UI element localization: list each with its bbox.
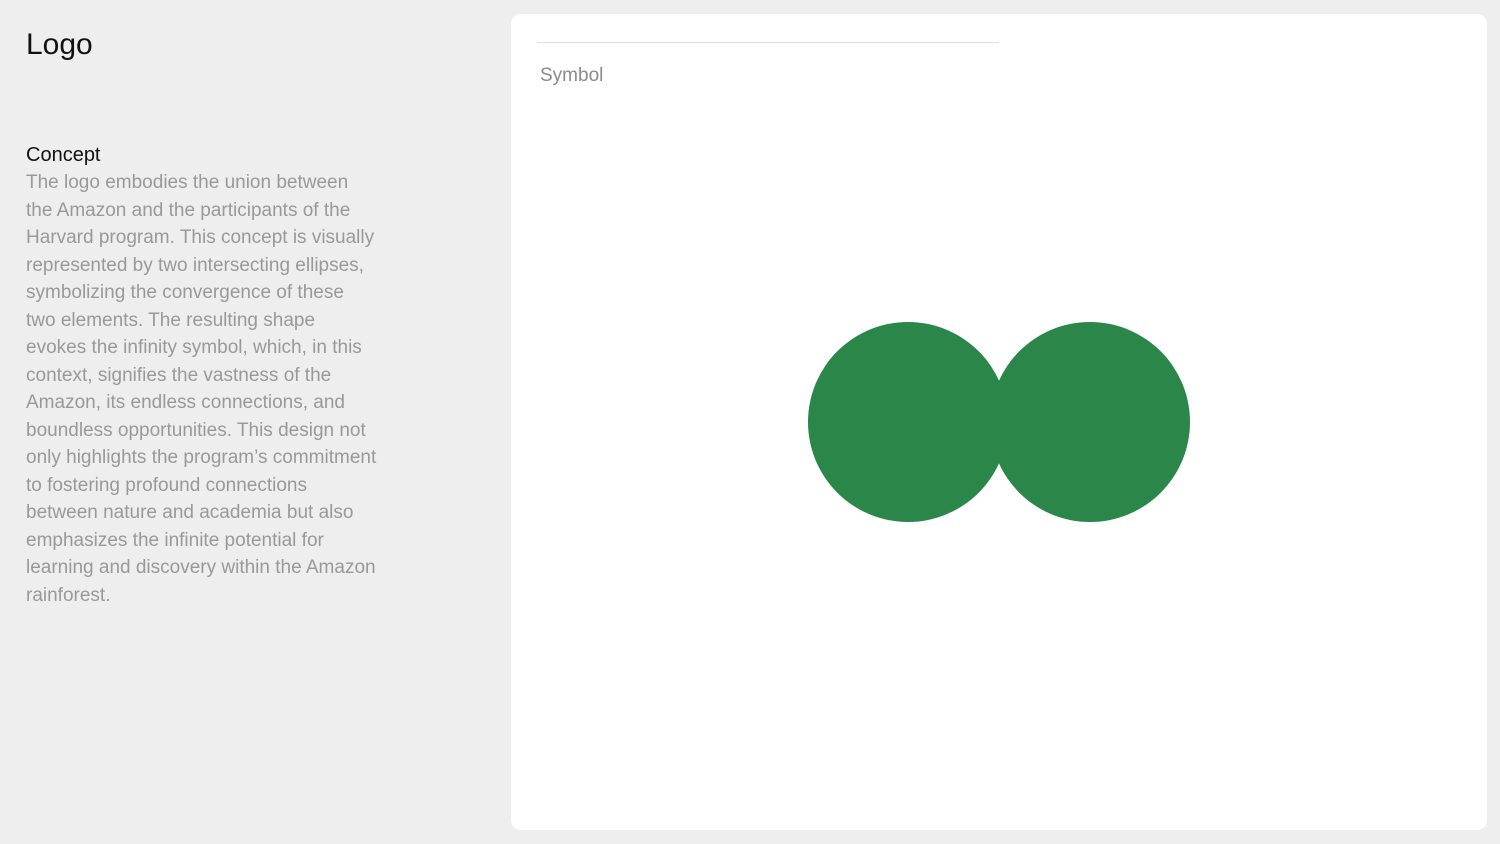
symbol-card: Symbol — [511, 14, 1487, 830]
symbol-label: Symbol — [540, 65, 604, 86]
card-divider — [537, 42, 999, 43]
page-title: Logo — [26, 28, 93, 61]
logo-right-circle — [990, 322, 1190, 522]
concept-description: The logo embodies the union between the … — [26, 172, 377, 606]
logo-symbol-icon — [808, 322, 1190, 522]
logo-left-circle — [808, 322, 1008, 522]
concept-heading: Concept — [26, 144, 101, 166]
